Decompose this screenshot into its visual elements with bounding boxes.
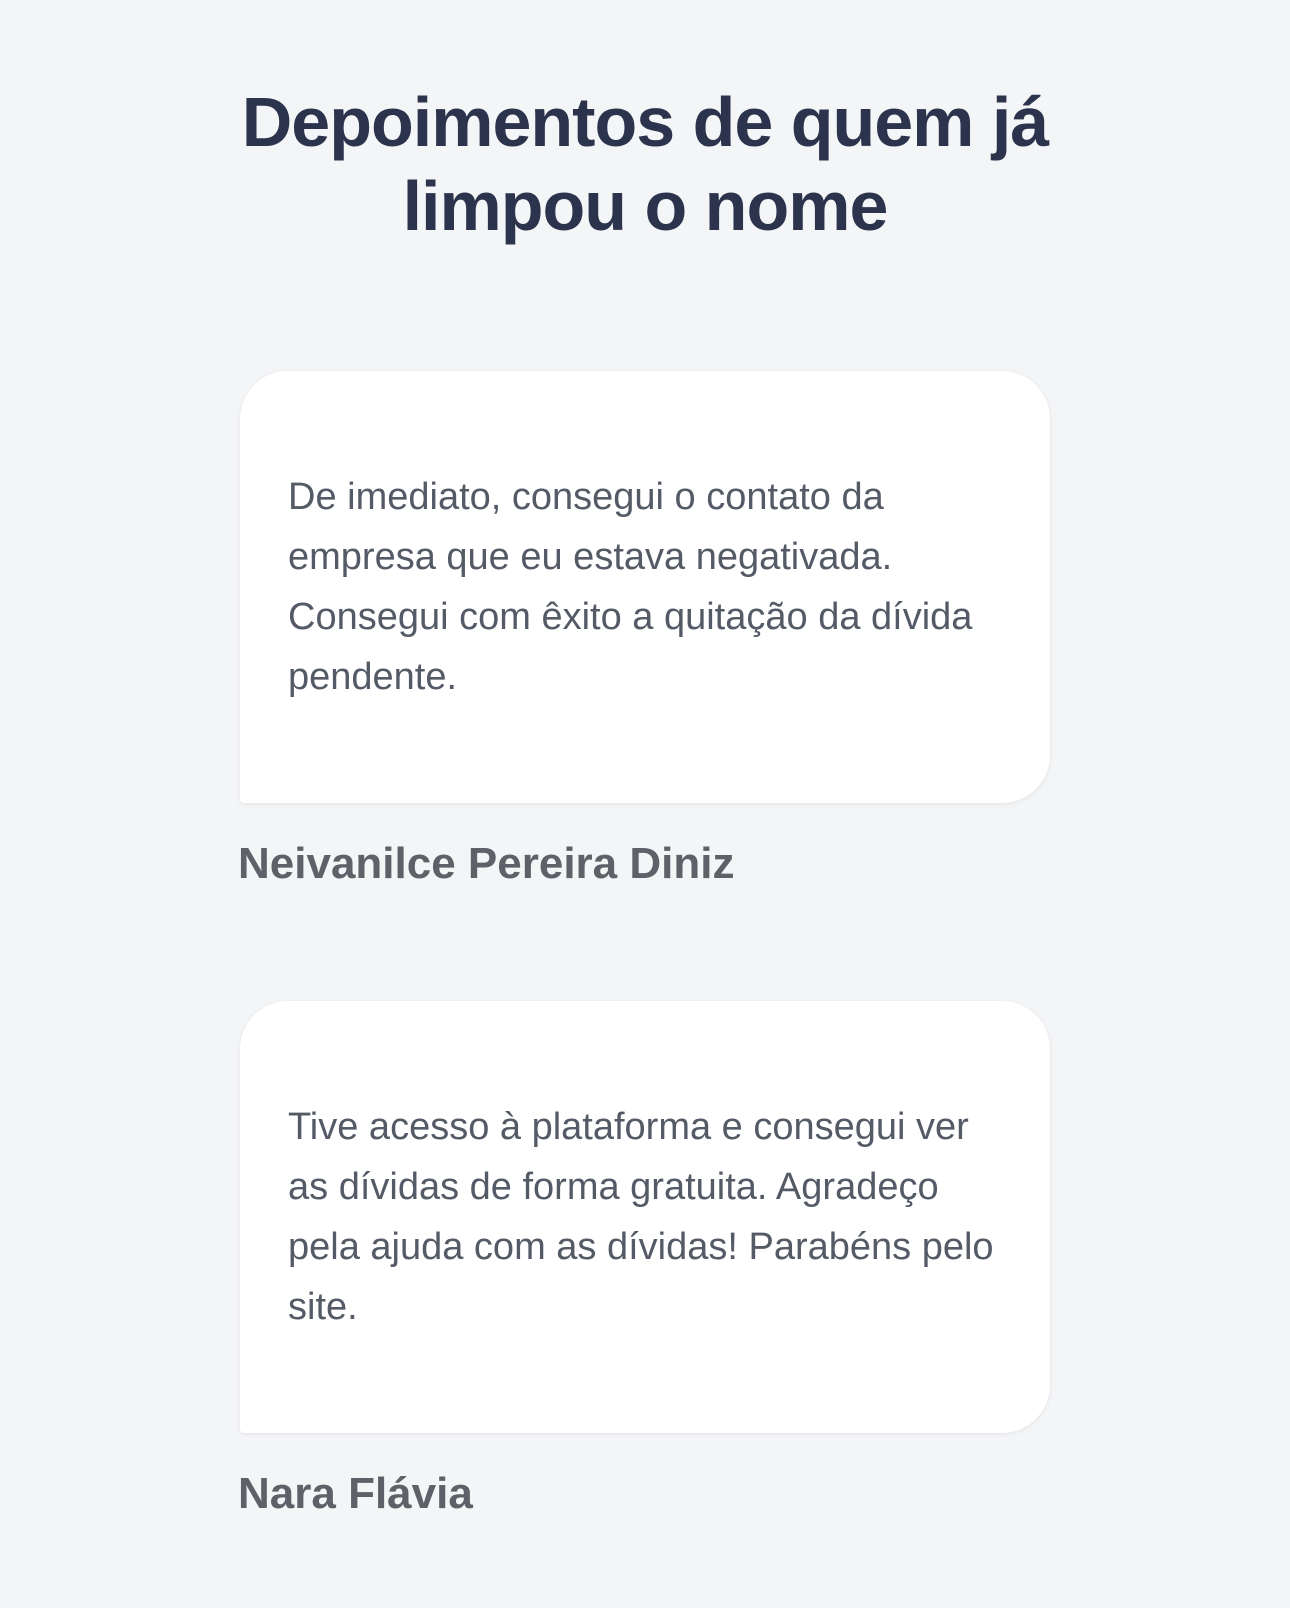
testimonial-author: Neivanilce Pereira Diniz [238,839,735,888]
testimonial-quote: Tive acesso à plataforma e consegui ver … [288,1106,994,1328]
testimonial-card: De imediato, consegui o contato da empre… [240,371,1050,803]
testimonial-author: Nara Flávia [238,1469,473,1518]
testimonial-quote: De imediato, consegui o contato da empre… [288,476,973,698]
page-title: Depoimentos de quem já limpou o nome [241,83,1049,245]
testimonial-card: Tive acesso à plataforma e consegui ver … [240,1001,1050,1433]
